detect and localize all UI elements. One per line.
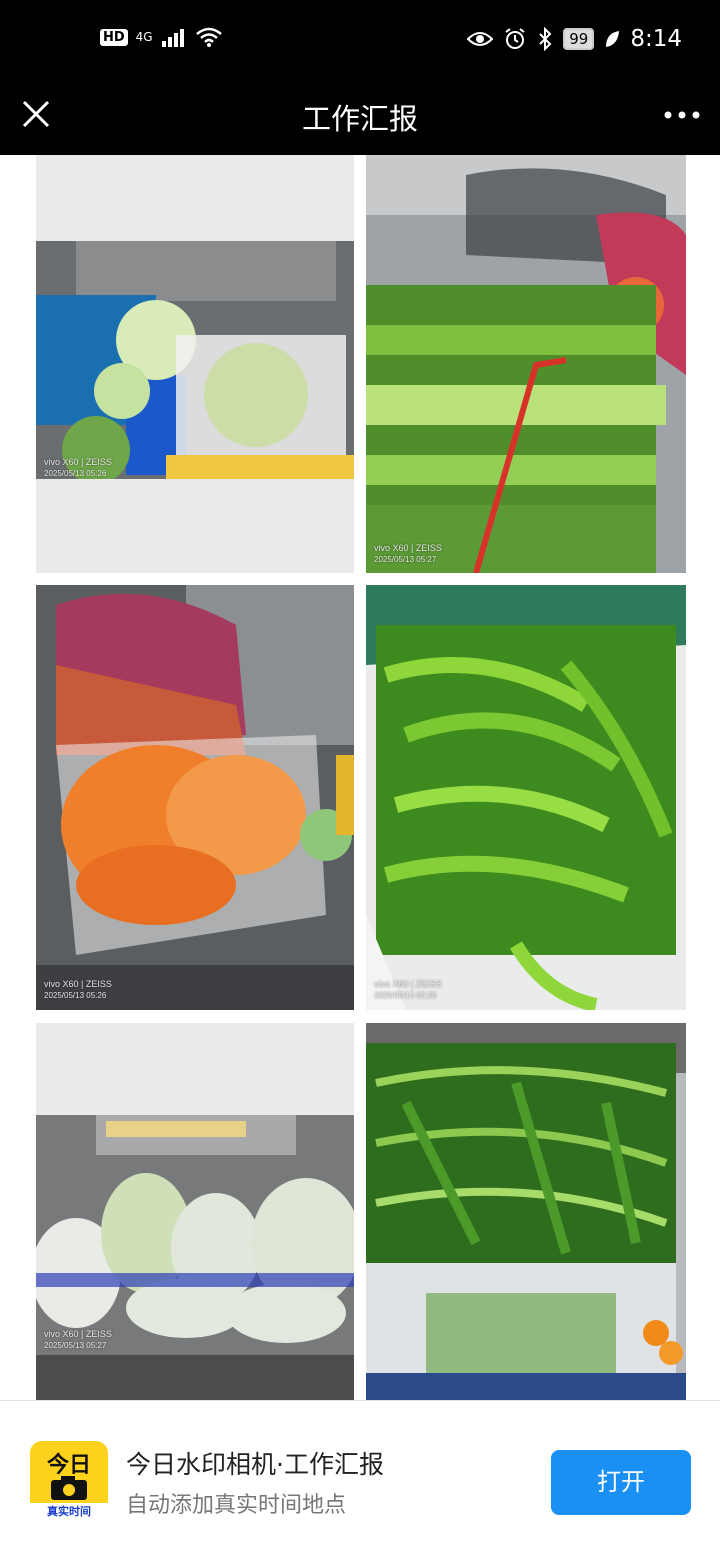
photo-watermark: vivo X60 | ZEISS 2025/05/13 05:26 — [44, 979, 112, 1001]
photo-grid: vivo X60 | ZEISS 2025/05/13 05:26 vivo X… — [0, 155, 720, 1400]
chives-image — [366, 155, 686, 573]
banner-title: 今日水印相机·工作汇报 — [126, 1450, 384, 1479]
photo-bagged-vegetables[interactable]: vivo X60 | ZEISS 2025/05/13 05:27 — [36, 1023, 354, 1400]
eye-icon — [467, 32, 494, 46]
photo-timestamp: 2025/05/13 05:27 — [374, 555, 437, 564]
photo-watermark: vivo X60 | ZEISS 2025/05/13 05:27 — [44, 1329, 112, 1351]
photo-cabbage[interactable]: vivo X60 | ZEISS 2025/05/13 05:26 — [36, 155, 354, 573]
photo-watermark: vivo X60 | ZEISS 2025/05/13 05:26 — [374, 979, 442, 1001]
photo-carrots[interactable]: vivo X60 | ZEISS 2025/05/13 05:26 — [36, 585, 354, 1010]
leaf-icon — [606, 31, 620, 47]
open-app-button[interactable]: 打开 — [551, 1450, 691, 1515]
camera-brand: vivo X60 | ZEISS — [44, 1329, 112, 1339]
camera-icon — [51, 1476, 87, 1500]
carrots-image — [36, 585, 354, 1010]
photo-watermark: vivo X60 | ZEISS 2025/05/13 05:26 — [44, 457, 112, 479]
title-bar: 工作汇报 — [0, 82, 720, 155]
camera-brand: vivo X60 | ZEISS — [374, 979, 442, 989]
status-right: 99 8:14 — [467, 26, 682, 52]
photo-timestamp: 2025/05/13 05:26 — [374, 991, 437, 1000]
signal-icon — [161, 29, 184, 47]
banner-subtitle: 自动添加真实时间地点 — [126, 1493, 347, 1518]
clock: 8:14 — [630, 26, 682, 52]
photo-green-peppers[interactable]: vivo X60 | ZEISS 2025/05/13 05:26 — [366, 585, 686, 1010]
alarm-icon — [505, 28, 525, 49]
status-left: HD 4G — [100, 26, 223, 48]
bluetooth-icon — [539, 27, 552, 51]
photo-timestamp: 2025/05/13 05:26 — [44, 991, 107, 1000]
app-icon-label-bottom: 真实时间 — [30, 1503, 108, 1521]
app-icon[interactable]: 今日 真实时间 — [30, 1441, 108, 1521]
camera-brand: vivo X60 | ZEISS — [374, 543, 442, 553]
photo-watermark: vivo X60 | ZEISS 2025/05/13 05:27 — [374, 543, 442, 565]
status-bar: HD 4G 99 8:14 — [0, 0, 720, 82]
wifi-icon — [195, 27, 222, 47]
page-title: 工作汇报 — [301, 102, 418, 136]
more-options-button[interactable] — [662, 100, 702, 130]
app-promo-banner: 今日 真实时间 今日水印相机·工作汇报 自动添加真实时间地点 打开 — [0, 1400, 720, 1561]
cabbage-image — [36, 155, 354, 573]
green-peppers-image — [366, 585, 686, 1010]
photo-water-spinach[interactable] — [366, 1023, 686, 1400]
camera-brand: vivo X60 | ZEISS — [44, 457, 112, 467]
photo-chives[interactable]: vivo X60 | ZEISS 2025/05/13 05:27 — [366, 155, 686, 573]
water-spinach-image — [366, 1023, 686, 1400]
battery-indicator: 99 — [563, 28, 595, 50]
more-dots-icon — [664, 111, 700, 119]
photo-timestamp: 2025/05/13 05:26 — [44, 469, 107, 478]
camera-brand: vivo X60 | ZEISS — [44, 979, 112, 989]
photo-timestamp: 2025/05/13 05:27 — [44, 1341, 107, 1350]
network-type: 4G — [135, 30, 153, 44]
hd-indicator: HD — [100, 28, 128, 46]
